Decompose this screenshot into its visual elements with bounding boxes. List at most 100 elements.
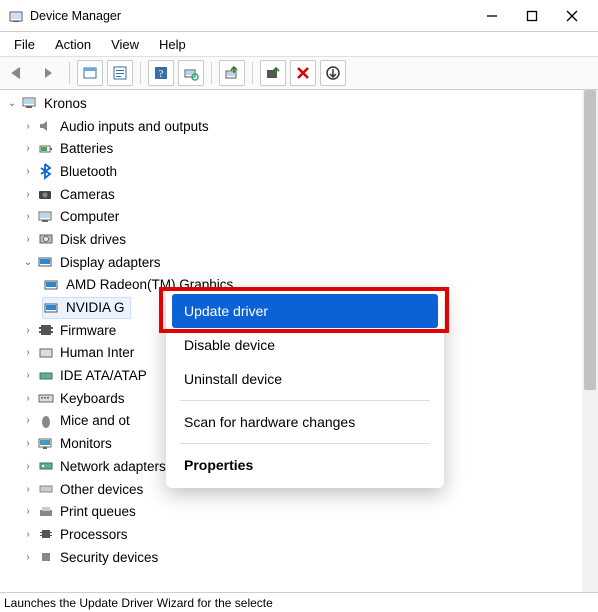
other-icon (36, 479, 56, 499)
firmware-icon (36, 320, 56, 340)
disable-device-button[interactable] (260, 60, 286, 86)
expand-icon[interactable]: › (20, 121, 36, 132)
toolbar-separator (252, 62, 253, 84)
tree-item-label: Disk drives (56, 232, 126, 247)
tree-item-label: Keyboards (56, 391, 125, 406)
menu-help[interactable]: Help (149, 35, 196, 54)
context-menu: Update driver Disable device Uninstall d… (166, 288, 444, 488)
forward-button[interactable] (36, 60, 62, 86)
monitor-icon (36, 434, 56, 454)
close-button[interactable] (552, 2, 592, 30)
tree-item[interactable]: ›Bluetooth (4, 160, 582, 183)
device-tree[interactable]: ⌄ Kronos › Audio inputs and outputs ›Batt… (0, 90, 582, 592)
expand-icon[interactable]: › (20, 325, 36, 336)
maximize-button[interactable] (512, 2, 552, 30)
scan-hardware-button[interactable] (178, 60, 204, 86)
tree-item[interactable]: ›Processors (4, 523, 582, 546)
hid-icon (36, 343, 56, 363)
tree-item-label: Audio inputs and outputs (56, 119, 209, 134)
tree-item[interactable]: › Disk drives (4, 228, 582, 251)
tree-item[interactable]: › Computer (4, 205, 582, 228)
tree-item[interactable]: › Audio inputs and outputs (4, 115, 582, 138)
ctx-item-label: Update driver (184, 303, 268, 319)
menu-view[interactable]: View (101, 35, 149, 54)
tree-item-label: NVIDIA G (62, 300, 125, 315)
tree-item-label: Security devices (56, 550, 158, 565)
mouse-icon (36, 411, 56, 431)
ctx-update-driver[interactable]: Update driver (172, 294, 438, 328)
ctx-scan-hardware[interactable]: Scan for hardware changes (172, 405, 438, 439)
security-icon (36, 547, 56, 567)
tree-item[interactable]: › Print queues (4, 500, 582, 523)
toolbar-separator (140, 62, 141, 84)
back-button[interactable] (6, 60, 32, 86)
update-driver-button[interactable] (219, 60, 245, 86)
tree-item-display-adapters[interactable]: ⌄ Display adapters (4, 251, 582, 274)
menu-file[interactable]: File (4, 35, 45, 54)
add-legacy-button[interactable] (320, 60, 346, 86)
expand-icon[interactable]: › (20, 552, 36, 563)
expand-icon[interactable]: › (20, 415, 36, 426)
ctx-item-label: Disable device (184, 337, 275, 353)
ctx-properties[interactable]: Properties (172, 448, 438, 482)
tree-item-label: Display adapters (56, 255, 161, 270)
tree-item-label: Cameras (56, 187, 115, 202)
expand-icon[interactable]: › (20, 189, 36, 200)
display-adapter-icon (42, 298, 62, 318)
tree-item-label: Network adapters (56, 459, 166, 474)
expand-icon[interactable]: › (20, 438, 36, 449)
expand-icon[interactable]: › (20, 143, 36, 154)
minimize-button[interactable] (472, 2, 512, 30)
ctx-disable-device[interactable]: Disable device (172, 328, 438, 362)
disk-icon (36, 229, 56, 249)
tree-root[interactable]: ⌄ Kronos (4, 92, 582, 115)
battery-icon (36, 139, 56, 159)
collapse-icon[interactable]: ⌄ (20, 257, 36, 268)
printer-icon (36, 502, 56, 522)
ctx-separator (180, 400, 430, 401)
tree-item-label: Print queues (56, 504, 136, 519)
expand-icon[interactable]: › (20, 166, 36, 177)
ctx-item-label: Uninstall device (184, 371, 282, 387)
tree-item[interactable]: › Security devices (4, 546, 582, 569)
ctx-item-label: Scan for hardware changes (184, 414, 355, 430)
network-icon (36, 456, 56, 476)
tree-item-label: Firmware (56, 323, 116, 338)
ctx-separator (180, 443, 430, 444)
computer-icon (36, 207, 56, 227)
expand-icon[interactable]: › (20, 211, 36, 222)
ide-icon (36, 366, 56, 386)
ctx-uninstall-device[interactable]: Uninstall device (172, 362, 438, 396)
tree-item[interactable]: ›Batteries (4, 137, 582, 160)
expand-icon[interactable]: › (20, 529, 36, 540)
expand-icon[interactable]: › (20, 347, 36, 358)
help-button[interactable]: ? (148, 60, 174, 86)
client-area: ⌄ Kronos › Audio inputs and outputs ›Batt… (0, 90, 598, 592)
scrollbar-thumb[interactable] (584, 90, 596, 390)
tree-item[interactable]: › Cameras (4, 183, 582, 206)
expand-icon[interactable]: › (20, 393, 36, 404)
expand-icon[interactable]: › (20, 370, 36, 381)
expand-icon[interactable]: › (20, 484, 36, 495)
toolbar-separator (211, 62, 212, 84)
bluetooth-icon (36, 161, 56, 181)
ctx-item-label: Properties (184, 457, 253, 473)
processor-icon (36, 524, 56, 544)
menu-action[interactable]: Action (45, 35, 101, 54)
tree-item-label: Human Inter (56, 345, 134, 360)
properties-button[interactable] (107, 60, 133, 86)
status-text: Launches the Update Driver Wizard for th… (4, 596, 273, 610)
toolbar-separator (69, 62, 70, 84)
uninstall-device-button[interactable] (290, 60, 316, 86)
expand-icon[interactable]: › (20, 461, 36, 472)
tree-item-label: Computer (56, 209, 119, 224)
window-title: Device Manager (24, 9, 472, 23)
show-hidden-button[interactable] (77, 60, 103, 86)
tree-item-label: Other devices (56, 482, 143, 497)
expand-icon[interactable]: › (20, 506, 36, 517)
vertical-scrollbar[interactable] (582, 90, 598, 592)
audio-icon (36, 116, 56, 136)
toolbar: ? (0, 56, 598, 90)
expand-icon[interactable]: › (20, 234, 36, 245)
collapse-icon[interactable]: ⌄ (4, 98, 20, 109)
